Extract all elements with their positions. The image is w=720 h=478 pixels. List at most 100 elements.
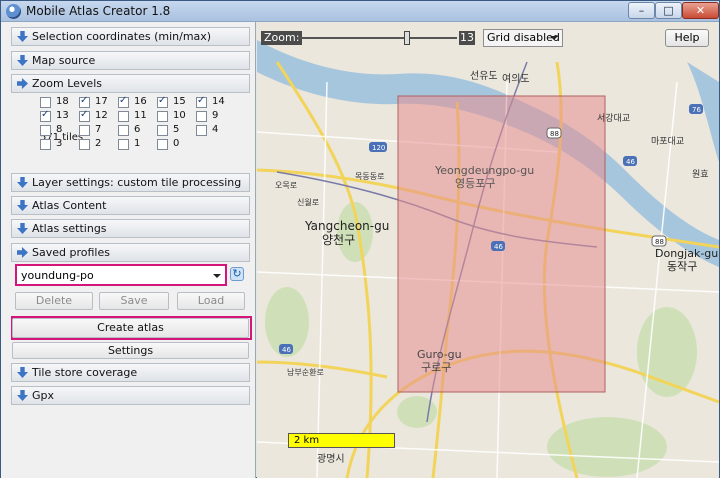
zoom-level-1-checkbox[interactable]: 1 xyxy=(118,138,160,152)
zoom-level-label: 5 xyxy=(173,124,180,135)
map-place-label: Yeongdeungpo-gu xyxy=(434,164,534,177)
section-label: Atlas Content xyxy=(32,199,107,212)
create-atlas-button[interactable]: Create atlas xyxy=(12,318,249,338)
close-button[interactable]: ✕ xyxy=(682,2,719,19)
checkbox-box[interactable] xyxy=(157,111,168,122)
section-zoom-levels[interactable]: Zoom Levels xyxy=(11,74,250,93)
section-gpx[interactable]: Gpx xyxy=(11,386,250,405)
svg-text:120: 120 xyxy=(372,144,385,152)
zoom-level-label: 6 xyxy=(134,124,141,135)
map-place-label: 신월로 xyxy=(297,197,319,207)
checkbox-box[interactable] xyxy=(40,109,51,122)
checkbox-box[interactable] xyxy=(157,125,168,136)
svg-text:46: 46 xyxy=(626,158,635,166)
map-place-label: 선유도 xyxy=(470,70,498,82)
checkbox-box[interactable] xyxy=(118,95,129,108)
section-label: Map source xyxy=(32,54,96,67)
save-button[interactable]: Save xyxy=(99,292,169,310)
checkbox-box[interactable] xyxy=(118,125,129,136)
section-label: Zoom Levels xyxy=(32,77,102,90)
checkbox-box[interactable] xyxy=(196,125,207,136)
zoom-level-16-checkbox[interactable]: 16 xyxy=(118,95,160,110)
help-button[interactable]: Help xyxy=(665,29,709,47)
zoom-level-label: 12 xyxy=(95,110,108,121)
zoom-level-label: 10 xyxy=(173,110,186,121)
section-atlas-content[interactable]: Atlas Content xyxy=(11,196,250,215)
minimize-button[interactable]: – xyxy=(628,2,655,19)
map-place-label: 원효 xyxy=(692,169,709,180)
zoom-level-12-checkbox[interactable]: 12 xyxy=(79,109,121,124)
map-scale-bar: 2 km xyxy=(288,433,395,448)
load-button[interactable]: Load xyxy=(177,292,245,310)
zoom-level-15-checkbox[interactable]: 15 xyxy=(157,95,199,110)
chevron-down-icon xyxy=(213,274,221,278)
section-layer-settings[interactable]: Layer settings: custom tile processing xyxy=(11,173,250,192)
map-place-label: 여의도 xyxy=(502,73,530,85)
section-label: Atlas settings xyxy=(32,222,107,235)
refresh-icon[interactable]: ↻ xyxy=(230,267,244,281)
zoom-level-9-checkbox[interactable]: 9 xyxy=(196,110,238,124)
delete-button[interactable]: Delete xyxy=(15,292,93,310)
checkbox-box[interactable] xyxy=(40,97,51,108)
zoom-level-5-checkbox[interactable]: 5 xyxy=(157,124,199,138)
zoom-level-8-checkbox[interactable]: 8 xyxy=(40,124,82,138)
zoom-level-11-checkbox[interactable]: 11 xyxy=(118,110,160,124)
zoom-slider-track[interactable] xyxy=(297,37,457,39)
checkbox-box[interactable] xyxy=(79,139,90,150)
expand-arrow-icon xyxy=(17,390,28,401)
zoom-level-10-checkbox[interactable]: 10 xyxy=(157,110,199,124)
collapse-arrow-icon xyxy=(17,247,28,258)
zoom-level-label: 9 xyxy=(212,110,219,121)
checkbox-box[interactable] xyxy=(79,125,90,136)
map-view[interactable]: 120 88 46 46 46 88 76 선유도 여의도 Yeongdeungpo… xyxy=(257,22,719,478)
checkbox-box[interactable] xyxy=(157,139,168,150)
section-saved-profiles[interactable]: Saved profiles xyxy=(11,243,250,262)
map-place-label: 동작구 xyxy=(667,260,697,273)
zoom-level-label: 11 xyxy=(134,110,147,121)
zoom-level-6-checkbox[interactable]: 6 xyxy=(118,124,160,138)
zoom-level-0-checkbox[interactable]: 0 xyxy=(157,138,199,152)
map-place-label: 남부순환로 xyxy=(287,367,324,377)
section-label: Selection coordinates (min/max) xyxy=(32,30,212,43)
expand-arrow-icon xyxy=(17,200,28,211)
zoom-level-2-checkbox[interactable]: 2 xyxy=(79,138,121,152)
zoom-slider-thumb[interactable] xyxy=(404,31,410,45)
checkbox-box[interactable] xyxy=(40,125,51,136)
grid-dropdown[interactable]: Grid disabled xyxy=(483,29,563,47)
zoom-level-label: 3 xyxy=(56,138,63,149)
checkbox-box[interactable] xyxy=(157,95,168,108)
zoom-level-label: 18 xyxy=(56,96,69,107)
maximize-button[interactable]: □ xyxy=(655,2,682,19)
zoom-level-18-checkbox[interactable]: 18 xyxy=(40,96,82,110)
zoom-level-label: 8 xyxy=(56,124,63,135)
settings-button[interactable]: Settings xyxy=(12,342,249,359)
checkbox-box[interactable] xyxy=(118,139,129,150)
checkbox-box[interactable] xyxy=(196,95,207,108)
zoom-level-13-checkbox[interactable]: 13 xyxy=(40,109,82,124)
section-atlas-settings[interactable]: Atlas settings xyxy=(11,219,250,238)
section-map-source[interactable]: Map source xyxy=(11,51,250,70)
checkbox-box[interactable] xyxy=(118,111,129,122)
section-selection-coordinates[interactable]: Selection coordinates (min/max) xyxy=(11,27,250,46)
collapse-arrow-icon xyxy=(17,78,28,89)
zoom-value: 13 xyxy=(459,31,475,45)
section-label: Gpx xyxy=(32,389,55,402)
chevron-down-icon xyxy=(550,36,558,40)
section-label: Saved profiles xyxy=(32,246,110,259)
zoom-level-17-checkbox[interactable]: 17 xyxy=(79,95,121,110)
window-title: Mobile Atlas Creator 1.8 xyxy=(26,4,171,18)
zoom-level-3-checkbox[interactable]: 3 xyxy=(40,138,82,152)
zoom-level-7-checkbox[interactable]: 7 xyxy=(79,124,121,138)
section-tile-store-coverage[interactable]: Tile store coverage xyxy=(11,363,250,382)
profile-combobox[interactable]: youndung-po xyxy=(15,264,227,286)
checkbox-box[interactable] xyxy=(40,139,51,150)
zoom-level-4-checkbox[interactable]: 4 xyxy=(196,124,238,138)
map-place-label: 영등포구 xyxy=(455,177,495,190)
checkbox-box[interactable] xyxy=(196,111,207,122)
zoom-level-label: 2 xyxy=(95,138,102,149)
checkbox-box[interactable] xyxy=(79,95,90,108)
svg-text:46: 46 xyxy=(282,346,291,354)
zoom-level-14-checkbox[interactable]: 14 xyxy=(196,95,238,110)
checkbox-box[interactable] xyxy=(79,109,90,122)
map-place-label: 오목로 xyxy=(275,181,297,190)
